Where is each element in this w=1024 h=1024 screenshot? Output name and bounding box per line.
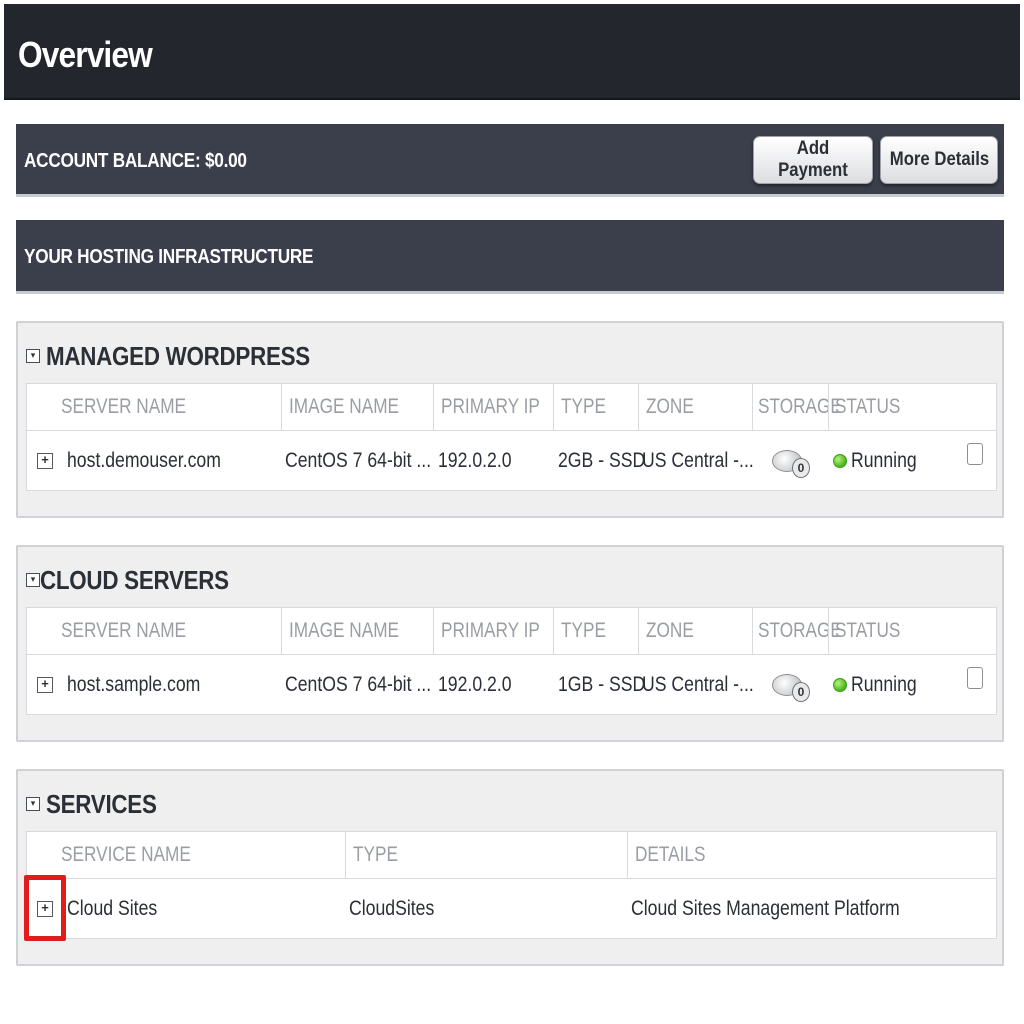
row-select-checkbox[interactable] [967,431,983,490]
image-name-cell: CentOS 7 64-bit ... [285,448,432,472]
services-header[interactable]: ▾ SERVICES [26,789,175,819]
table-row[interactable]: + Cloud Sites CloudSites Cloud Sites Man… [27,879,996,938]
cloud-servers-header[interactable]: ▾ CLOUD SERVERS [26,565,260,595]
cloud-servers-title: CLOUD SERVERS [40,564,229,595]
image-name-cell: CentOS 7 64-bit ... [285,672,432,696]
column-header-primary-ip[interactable]: PRIMARY IP [441,608,562,654]
service-type-cell: CloudSites [349,896,435,920]
service-name-cell[interactable]: Cloud Sites [67,879,174,938]
page-title: Overview [18,34,153,75]
collapse-toggle-icon[interactable]: ▾ [26,797,40,811]
column-header-service-name[interactable]: SERVICE NAME [61,832,219,878]
checkbox[interactable] [967,443,983,465]
service-details-cell: Cloud Sites Management Platform [631,896,900,920]
table-header: SERVER NAME IMAGE NAME PRIMARY IP TYPE Z… [27,384,996,431]
table-row[interactable]: + host.demouser.com CentOS 7 64-bit ... … [27,431,996,490]
services-title: SERVICES [46,788,157,819]
column-header-type[interactable]: TYPE [353,832,408,878]
disk-storage-icon[interactable]: 0 [770,444,810,478]
storage-count: 0 [792,681,810,702]
column-header-image-name[interactable]: IMAGE NAME [289,384,423,430]
storage-cell[interactable]: 0 [770,655,810,714]
expand-plus-icon[interactable]: + [37,452,53,469]
page-header: Overview [4,4,1020,100]
status-text: Running [851,672,917,696]
disk-storage-icon[interactable]: 0 [770,668,810,702]
column-header-zone[interactable]: ZONE [646,384,704,430]
collapse-toggle-icon[interactable]: ▾ [26,349,40,363]
managed-wordpress-header[interactable]: ▾ MANAGED WORDPRESS [26,341,353,371]
account-balance-label: ACCOUNT BALANCE: $0.00 [24,150,247,172]
status-cell: Running [833,655,929,714]
cloud-servers-table: SERVER NAME IMAGE NAME PRIMARY IP TYPE Z… [26,607,997,715]
hosting-infrastructure-bar: YOUR HOSTING INFRASTRUCTURE [16,220,1004,294]
column-header-zone[interactable]: ZONE [646,608,704,654]
table-header: SERVICE NAME TYPE DETAILS [27,832,996,879]
primary-ip-cell: 192.0.2.0 [438,448,512,472]
status-text: Running [851,448,917,472]
expand-plus-icon[interactable]: + [37,900,53,917]
zone-cell: US Central -... [642,448,754,472]
zone-cell: US Central -... [642,672,754,696]
column-header-type[interactable]: TYPE [561,608,616,654]
status-dot-icon [833,453,847,468]
column-header-server-name[interactable]: SERVER NAME [61,384,214,430]
managed-wordpress-title: MANAGED WORDPRESS [46,340,310,371]
checkbox[interactable] [967,667,983,689]
managed-wordpress-table: SERVER NAME IMAGE NAME PRIMARY IP TYPE Z… [26,383,997,491]
status-cell: Running [833,431,929,490]
column-header-status[interactable]: STATUS [835,608,915,654]
column-header-primary-ip[interactable]: PRIMARY IP [441,384,562,430]
table-header: SERVER NAME IMAGE NAME PRIMARY IP TYPE Z… [27,608,996,655]
services-panel: ▾ SERVICES SERVICE NAME TYPE DETAILS + C… [16,769,1004,966]
table-row[interactable]: + host.sample.com CentOS 7 64-bit ... 19… [27,655,996,714]
expand-row-button[interactable]: + [37,879,53,938]
account-balance-bar: ACCOUNT BALANCE: $0.00 Add Payment More … [16,124,1004,197]
add-payment-label: Add Payment [778,138,848,181]
server-name-cell[interactable]: host.demouser.com [67,431,250,490]
managed-wordpress-panel: ▾ MANAGED WORDPRESS SERVER NAME IMAGE NA… [16,321,1004,518]
expand-plus-icon[interactable]: + [37,676,53,693]
row-select-checkbox[interactable] [967,655,983,714]
storage-count: 0 [792,457,810,478]
expand-row-button[interactable]: + [37,655,53,714]
status-dot-icon [833,677,847,692]
primary-ip-cell: 192.0.2.0 [438,672,512,696]
column-header-server-name[interactable]: SERVER NAME [61,608,214,654]
cloud-servers-panel: ▾ CLOUD SERVERS SERVER NAME IMAGE NAME P… [16,545,1004,742]
more-details-button[interactable]: More Details [880,136,998,184]
column-header-details[interactable]: DETAILS [635,832,721,878]
expand-row-button[interactable]: + [37,431,53,490]
add-payment-button[interactable]: Add Payment [753,136,873,184]
services-table: SERVICE NAME TYPE DETAILS + Cloud Sites … [26,831,997,939]
column-header-image-name[interactable]: IMAGE NAME [289,608,423,654]
hosting-infrastructure-title: YOUR HOSTING INFRASTRUCTURE [24,246,314,268]
more-details-label: More Details [889,149,989,170]
collapse-toggle-icon[interactable]: ▾ [26,573,40,587]
column-header-type[interactable]: TYPE [561,384,616,430]
server-name-cell[interactable]: host.sample.com [67,655,226,714]
column-header-status[interactable]: STATUS [835,384,915,430]
storage-cell[interactable]: 0 [770,431,810,490]
